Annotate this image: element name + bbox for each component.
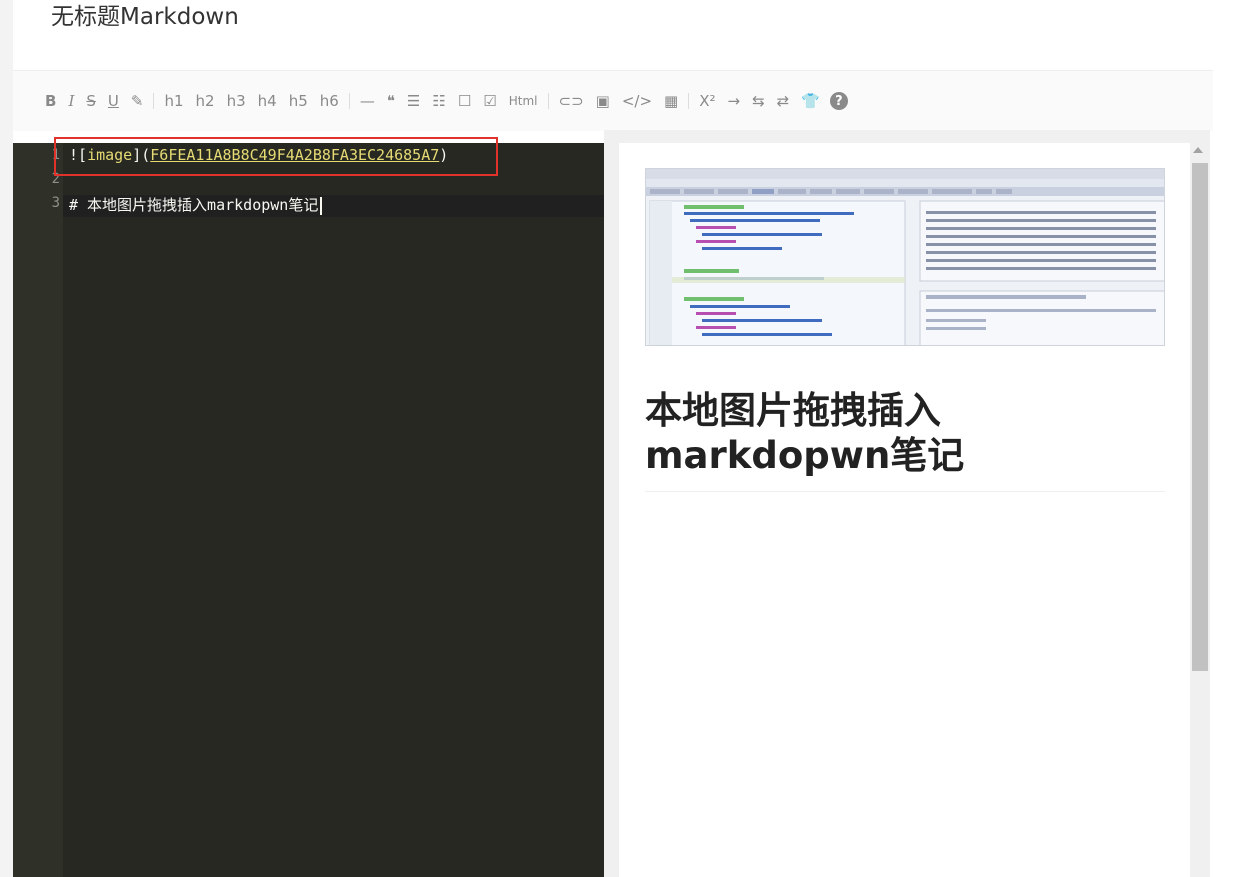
help-button[interactable]: ? [829, 92, 848, 110]
line-number: 2 [51, 171, 60, 187]
line-number: 1 [51, 147, 60, 163]
line-number: 3 [51, 195, 60, 211]
table-button[interactable]: ▦ [658, 89, 684, 113]
code-button[interactable]: </> [616, 89, 658, 113]
h4-button[interactable]: h4 [252, 89, 283, 113]
arrow-right-button[interactable]: → [722, 89, 747, 113]
h5-button[interactable]: h5 [283, 89, 314, 113]
h3-button[interactable]: h3 [221, 89, 252, 113]
strikethrough-button[interactable]: S [80, 89, 102, 113]
bold-button[interactable]: B [39, 89, 62, 113]
underline-button[interactable]: U [102, 89, 125, 113]
toolbar-separator [153, 93, 155, 109]
embedded-sap-debugger-screenshot [646, 169, 1164, 345]
image-button[interactable]: ▣ [590, 89, 616, 113]
heading-divider [645, 491, 1165, 492]
h6-button[interactable]: h6 [314, 89, 345, 113]
toolbar-separator [688, 93, 690, 109]
code-line-3[interactable]: # 本地图片拖拽插入markdopwn笔记 [69, 194, 323, 215]
align-button[interactable]: ⇄ [771, 89, 796, 113]
toolbar-separator [547, 93, 549, 109]
checked-box-button[interactable]: ☑ [477, 89, 502, 113]
markdown-editor[interactable]: 1 2 3 ![image](F6FEA11A8B8C49F4A2B8FA3EC… [13, 143, 604, 877]
link-button[interactable]: ⊂⊃ [553, 89, 590, 113]
preview-image [645, 168, 1165, 346]
checkbox-button[interactable]: ☐ [452, 89, 477, 113]
swap-button[interactable]: ⇆ [746, 89, 771, 113]
line-gutter: 1 2 3 [13, 143, 63, 877]
h2-button[interactable]: h2 [190, 89, 221, 113]
left-margin [0, 0, 13, 877]
preview-heading: 本地图片拖拽插入markdopwn笔记 [645, 389, 965, 477]
scroll-up-arrow-icon[interactable] [1193, 147, 1203, 153]
ordered-list-button[interactable]: ☷ [426, 89, 451, 113]
quote-button[interactable]: ❝ [381, 89, 401, 113]
html-button[interactable]: Html [503, 89, 544, 113]
heading-source: # 本地图片拖拽插入markdopwn笔记 [69, 196, 319, 214]
toolbar-separator [348, 93, 350, 109]
unordered-list-button[interactable]: ☰ [401, 89, 426, 113]
highlight-button[interactable]: ✎ [125, 89, 150, 113]
highlight-annotation-box [54, 137, 498, 176]
italic-button[interactable]: I [62, 89, 80, 113]
h1-button[interactable]: h1 [158, 89, 189, 113]
horizontal-rule-button[interactable]: — [354, 89, 381, 113]
theme-button[interactable]: 👕 [795, 89, 826, 113]
superscript-button[interactable]: X² [693, 89, 721, 113]
preview-scrollbar-thumb[interactable] [1192, 163, 1208, 671]
document-title[interactable]: 无标题Markdown [51, 2, 239, 32]
toolbar-area: B I S U ✎ h1 h2 h3 h4 h5 h6 — ❝ ☰ ☷ ☐ ☑ Html ⊂⊃ ▣ </> ▦ X² → ⇆ ⇄ 👕… [13, 70, 1213, 131]
editor-toolbar: B I S U ✎ h1 h2 h3 h4 h5 h6 — ❝ ☰ ☷ ☐ ☑ Html ⊂⊃ ▣ </> ▦ X² → ⇆ ⇄ 👕… [39, 89, 848, 113]
text-cursor [320, 196, 323, 215]
